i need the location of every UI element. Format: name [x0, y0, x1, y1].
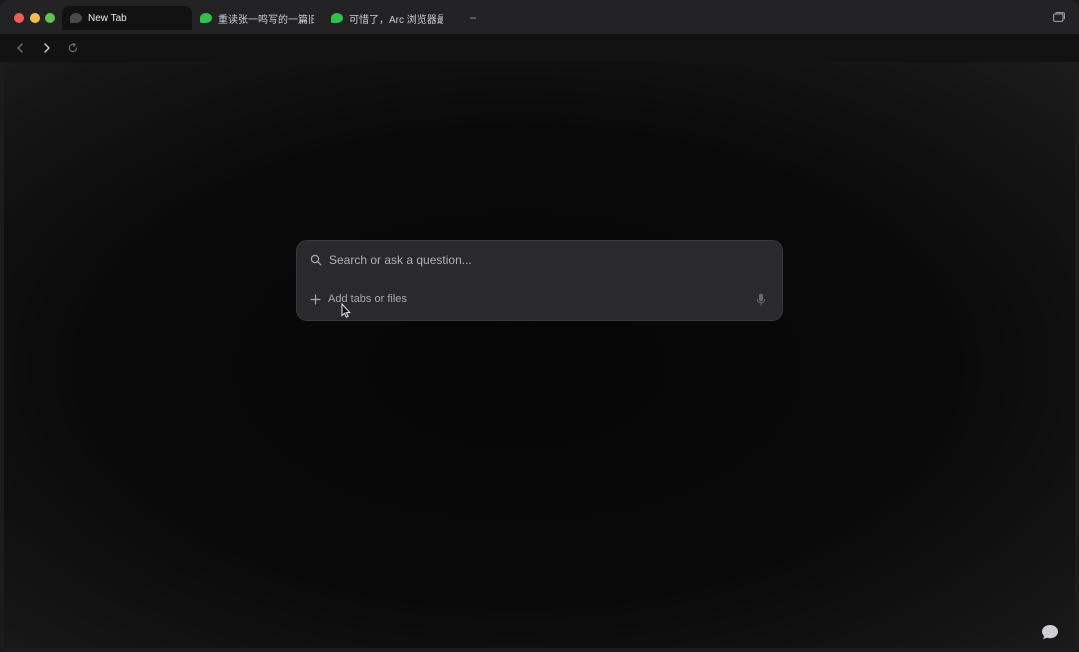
new-tab-button[interactable]: −: [466, 11, 480, 25]
reload-icon[interactable]: [66, 41, 80, 55]
microphone-icon[interactable]: [756, 293, 766, 307]
add-tabs-or-files-button[interactable]: Add tabs or files: [310, 293, 407, 305]
chevron-left-icon[interactable]: [13, 41, 27, 55]
tab-new-tab[interactable]: New Tab: [62, 6, 192, 30]
tab-label: 重读张一鸣写的一篇旧文: [218, 14, 314, 26]
maximize-window-button[interactable]: [45, 13, 55, 23]
plus-icon: [310, 293, 321, 305]
tab-article-1[interactable]: 重读张一鸣写的一篇旧文: [192, 6, 322, 30]
search-input[interactable]: [329, 253, 749, 267]
navigation-toolbar: [0, 34, 1079, 62]
chevron-right-icon[interactable]: [40, 41, 54, 55]
wechat-icon: [331, 13, 343, 23]
chat-bubble-icon[interactable]: [1041, 624, 1059, 640]
tab-label: 可惜了，Arc 浏览器最终: [349, 14, 443, 26]
command-bar: Add tabs or files: [296, 240, 783, 321]
search-row: [310, 253, 749, 267]
tab-bar: New Tab 重读张一鸣写的一篇旧文 可惜了，Arc 浏览器最终 −: [0, 0, 1079, 34]
tab-article-2[interactable]: 可惜了，Arc 浏览器最终: [323, 6, 451, 30]
page-content: [4, 62, 1075, 648]
mouse-pointer-icon: [341, 303, 351, 318]
search-icon: [310, 254, 322, 266]
tab-label: New Tab: [88, 12, 127, 24]
wechat-icon: [200, 13, 212, 23]
newtab-icon: [70, 13, 82, 23]
tabs-overview-icon[interactable]: [1053, 12, 1065, 22]
minimize-window-button[interactable]: [30, 13, 40, 23]
browser-window: New Tab 重读张一鸣写的一篇旧文 可惜了，Arc 浏览器最终 −: [0, 0, 1079, 652]
close-window-button[interactable]: [14, 13, 24, 23]
